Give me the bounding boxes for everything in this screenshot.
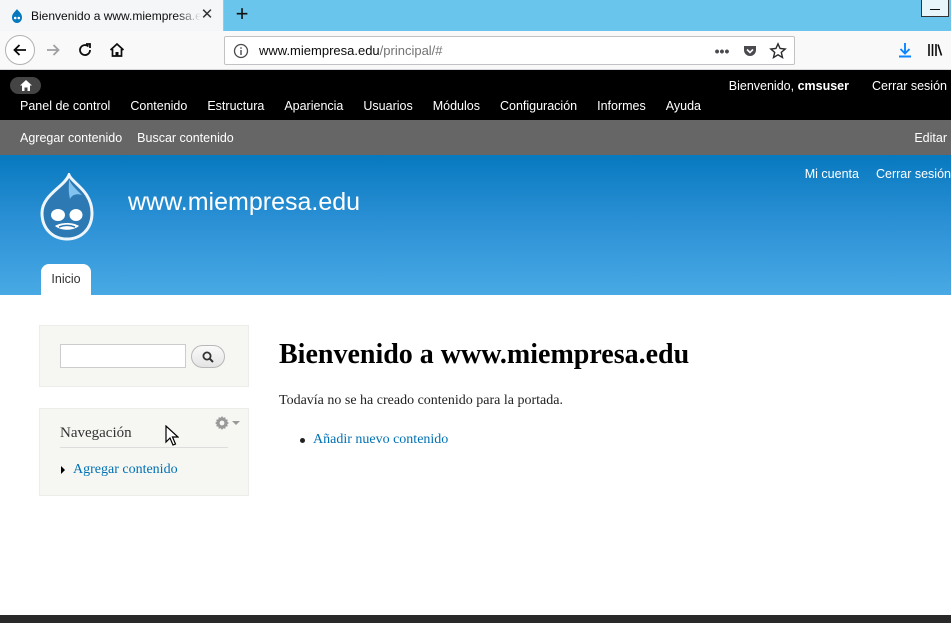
library-icon: [928, 44, 943, 56]
drupal-favicon-icon: [12, 8, 22, 23]
block-configure-button[interactable]: [214, 414, 240, 432]
url-text[interactable]: www.miempresa.edu/principal/#: [259, 43, 443, 58]
admin-menu: Panel de control Contenido Estructura Ap…: [20, 99, 701, 113]
search-icon: [202, 351, 214, 363]
toolbar-user-greeting: Bienvenido, cmsuser: [729, 79, 849, 93]
admin-menu-item-help[interactable]: Ayuda: [666, 99, 701, 113]
reload-icon: [79, 43, 91, 56]
url-path: /principal/#: [379, 43, 443, 58]
list-item: Añadir nuevo contenido: [300, 432, 448, 448]
admin-menu-item-configuration[interactable]: Configuración: [500, 99, 577, 113]
admin-menu-item-modules[interactable]: Módulos: [433, 99, 480, 113]
toolbar-logout-link[interactable]: Cerrar sesión: [872, 79, 947, 93]
admin-menu-item-people[interactable]: Usuarios: [363, 99, 412, 113]
chevron-down-icon: [232, 421, 240, 425]
search-input[interactable]: [60, 344, 186, 368]
footer: [0, 615, 951, 623]
username[interactable]: cmsuser: [798, 79, 849, 93]
home-icon: [19, 80, 32, 91]
search-block: [39, 325, 249, 387]
downloads-button[interactable]: [890, 35, 920, 65]
mouse-pointer-icon: [165, 425, 179, 446]
search-button[interactable]: [191, 345, 225, 368]
drupal-logo[interactable]: [36, 173, 98, 241]
admin-menu-item-appearance[interactable]: Apariencia: [284, 99, 343, 113]
shortcut-find-content[interactable]: Buscar contenido: [137, 131, 234, 145]
bullet-icon: [300, 437, 305, 443]
site-name[interactable]: www.miempresa.edu: [128, 188, 360, 217]
logout-link[interactable]: Cerrar sesión: [876, 167, 951, 181]
url-bar[interactable]: www.miempresa.edu/principal/# •••: [224, 36, 795, 65]
secondary-menu: Mi cuenta Cerrar sesión: [805, 167, 951, 181]
navigation-block: Navegación Agregar contenido: [39, 408, 249, 496]
nav-item-label[interactable]: Agregar contenido: [73, 462, 178, 478]
front-page-message: Todavía no se ha creado contenido para l…: [279, 393, 563, 408]
download-arrow-icon: [899, 43, 911, 58]
nav-item-add-content[interactable]: Agregar contenido: [61, 462, 178, 478]
browser-navigation-bar: www.miempresa.edu/principal/# •••: [0, 31, 951, 70]
shortcut-add-content[interactable]: Agregar contenido: [20, 131, 122, 145]
greeting-prefix: Bienvenido,: [728, 79, 798, 93]
library-button[interactable]: [920, 35, 950, 65]
url-actions: •••: [712, 41, 788, 61]
forward-button[interactable]: [38, 35, 68, 65]
close-tab-icon[interactable]: ✕: [199, 7, 215, 23]
admin-menu-item-content[interactable]: Contenido: [130, 99, 187, 113]
reload-button[interactable]: [70, 35, 100, 65]
site-info-icon[interactable]: [233, 43, 249, 59]
navigation-block-title: Navegación: [60, 425, 132, 441]
browser-tab-strip: Bienvenido a www.miempresa.edu | www.mie…: [0, 0, 951, 31]
pocket-icon[interactable]: [740, 41, 760, 61]
add-new-content-link[interactable]: Añadir nuevo contenido: [313, 432, 448, 448]
my-account-link[interactable]: Mi cuenta: [805, 167, 859, 181]
toolbar-home-button[interactable]: [10, 77, 41, 94]
bookmark-star-icon[interactable]: [768, 41, 788, 61]
page-title: Bienvenido a www.miempresa.edu: [279, 339, 690, 370]
browser-tab-title: Bienvenido a www.miempresa.edu | www.mie…: [31, 8, 201, 23]
new-tab-icon[interactable]: +: [230, 3, 254, 27]
admin-toolbar: Panel de control Contenido Estructura Ap…: [0, 70, 951, 120]
url-domain: www.miempresa.edu: [259, 43, 380, 58]
site-header: Mi cuenta Cerrar sesión www.miempresa.ed…: [0, 155, 951, 295]
admin-menu-item-dashboard[interactable]: Panel de control: [20, 99, 110, 113]
collapsed-arrow-icon: [61, 466, 65, 474]
shortcuts-bar: Agregar contenido Buscar contenido Edita…: [0, 120, 951, 155]
admin-menu-item-structure[interactable]: Estructura: [207, 99, 264, 113]
tab-home[interactable]: Inicio: [41, 264, 91, 295]
divider: [60, 447, 228, 448]
forward-arrow-icon: [47, 44, 60, 56]
home-icon: [109, 42, 125, 57]
window-minimize-button[interactable]: [921, 0, 949, 17]
page-actions-icon[interactable]: •••: [712, 41, 732, 61]
back-arrow-icon: [13, 44, 26, 56]
admin-menu-item-reports[interactable]: Informes: [597, 99, 646, 113]
back-button[interactable]: [5, 35, 35, 65]
home-button[interactable]: [102, 35, 132, 65]
browser-tab-active[interactable]: Bienvenido a www.miempresa.edu | www.mie…: [0, 0, 224, 31]
gear-icon: [215, 416, 229, 430]
shortcuts-edit-link[interactable]: Editar: [914, 131, 947, 145]
shortcut-links: Agregar contenido Buscar contenido: [20, 131, 234, 145]
